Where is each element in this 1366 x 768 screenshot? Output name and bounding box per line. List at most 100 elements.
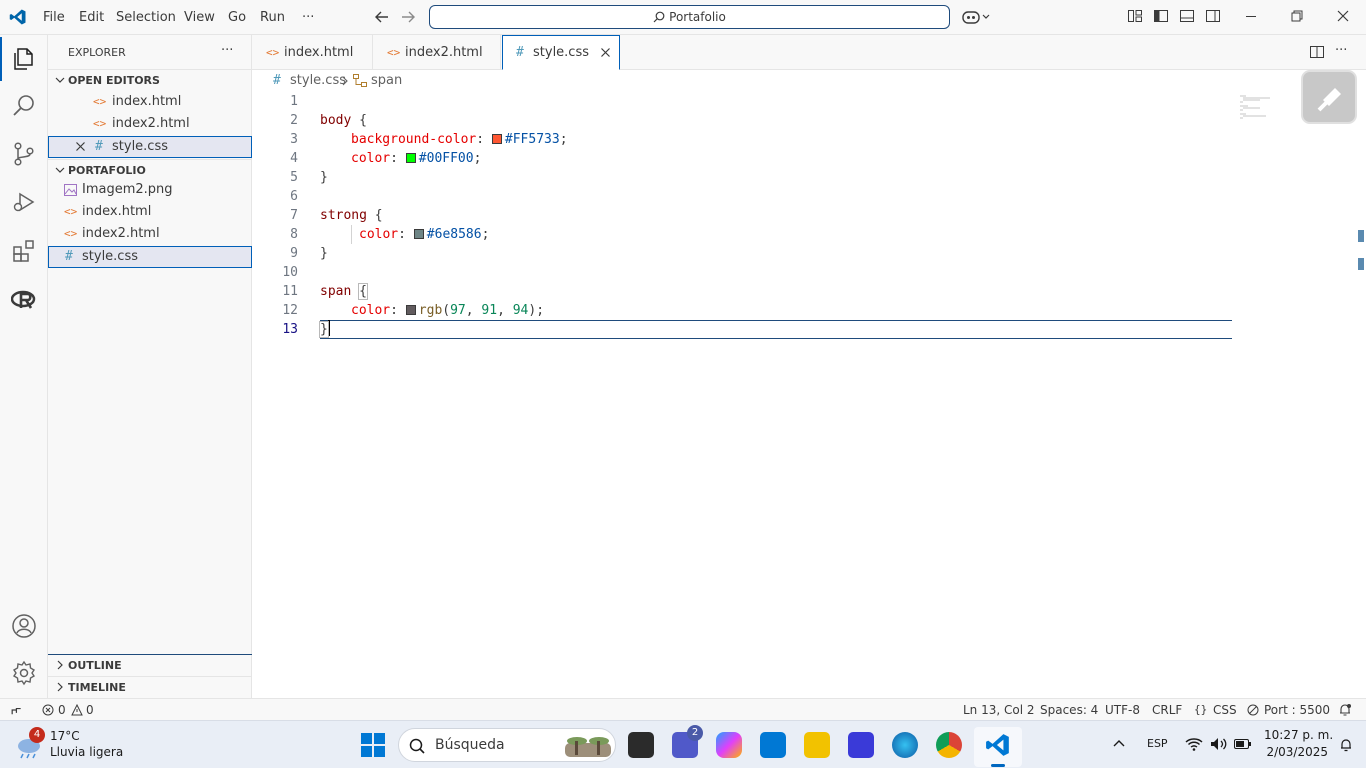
account-icon[interactable] (11, 613, 37, 639)
minimap[interactable] (1240, 94, 1280, 120)
open-editor-item[interactable]: <> index.html (48, 91, 252, 113)
css-value: #6e8586 (426, 227, 482, 242)
file-item[interactable]: Imagem2.png (48, 179, 252, 201)
store-icon[interactable] (760, 732, 786, 758)
color-swatch[interactable] (491, 134, 502, 144)
minimize-icon[interactable] (1243, 8, 1261, 26)
menu-file[interactable]: File (43, 0, 65, 35)
settings-gear-icon[interactable] (11, 660, 37, 686)
encoding[interactable]: UTF-8 (1105, 699, 1140, 721)
line-ending[interactable]: CRLF (1152, 699, 1182, 721)
r-language-icon[interactable] (11, 287, 37, 313)
breadcrumb-file[interactable]: style.css (290, 70, 346, 92)
close-window-icon[interactable] (1335, 8, 1353, 26)
warning-count: 0 (86, 703, 94, 717)
folder-header[interactable]: PORTAFOLIO (48, 159, 252, 181)
file-explorer-icon[interactable] (804, 732, 830, 758)
braces-icon: {} (1194, 703, 1208, 716)
vertical-scrollbar[interactable] (1356, 92, 1366, 698)
edge-icon[interactable] (892, 732, 918, 758)
language-mode[interactable]: CSS (1213, 699, 1237, 721)
text-cursor (327, 320, 330, 336)
task-view-icon[interactable] (628, 732, 654, 758)
color-swatch[interactable] (405, 153, 416, 163)
volume-icon[interactable] (1210, 737, 1228, 751)
menu-selection[interactable]: Selection (116, 0, 176, 35)
open-editors-header[interactable]: OPEN EDITORS (48, 69, 252, 91)
cursor-position[interactable]: Ln 13, Col 2 (963, 699, 1035, 721)
menu-edit[interactable]: Edit (79, 0, 104, 35)
open-editor-item[interactable]: <> index2.html (48, 113, 252, 135)
source-control-icon[interactable] (11, 141, 37, 167)
line-number: 4 (290, 151, 298, 166)
chrome-icon[interactable] (936, 732, 962, 758)
show-hidden-icons-chevron[interactable] (1112, 737, 1126, 749)
indentation[interactable]: Spaces: 4 (1040, 699, 1098, 721)
remote-indicator-icon[interactable] (8, 703, 22, 717)
open-editor-label: index2.html (112, 116, 190, 131)
search-icon[interactable] (11, 93, 37, 119)
command-center-label: Portafolio (669, 10, 726, 24)
sidebar-more-button[interactable]: ··· (221, 43, 233, 58)
toggle-primary-sidebar-icon[interactable] (1153, 8, 1171, 26)
scrollbar-marker (1358, 230, 1364, 242)
explorer-icon[interactable] (11, 46, 37, 72)
activity-bar (0, 35, 48, 698)
input-language[interactable]: ESP (1147, 737, 1168, 750)
editor-more-actions[interactable]: ··· (1335, 43, 1347, 58)
open-editors-title: OPEN EDITORS (68, 74, 160, 87)
windows-start-icon[interactable] (361, 733, 385, 757)
active-app-indicator (991, 764, 1005, 767)
run-debug-icon[interactable] (11, 189, 37, 215)
css-selector: strong (320, 208, 367, 223)
menu-run[interactable]: Run (260, 0, 285, 35)
clock-date[interactable]: 2/03/2025 (1264, 745, 1328, 759)
live-server-port[interactable]: Port : 5500 (1264, 699, 1330, 721)
back-arrow-icon[interactable] (374, 10, 390, 24)
battery-icon[interactable] (1234, 738, 1252, 750)
tab-index-html[interactable]: <> index.html (252, 35, 373, 70)
tab-index2-html[interactable]: <> index2.html (373, 35, 501, 70)
tool-icon (1315, 84, 1345, 114)
taskbar-search[interactable]: Búsqueda (398, 728, 616, 762)
teams-icon[interactable]: 2 (672, 725, 703, 758)
copilot-icon[interactable] (962, 9, 990, 25)
breadcrumb-symbol[interactable]: span (371, 70, 402, 92)
restore-icon[interactable] (1289, 8, 1307, 26)
floating-widget[interactable] (1301, 70, 1357, 124)
menu-more[interactable]: ··· (302, 0, 314, 35)
file-item-active[interactable]: # style.css (48, 246, 252, 268)
outline-header[interactable]: OUTLINE (48, 654, 252, 676)
toggle-secondary-sidebar-icon[interactable] (1205, 8, 1223, 26)
color-swatch[interactable] (413, 229, 424, 239)
close-icon[interactable] (75, 141, 86, 152)
app-icon[interactable] (848, 732, 874, 758)
forward-arrow-icon[interactable] (400, 10, 416, 24)
code-editor[interactable]: 1 2 3 4 5 6 7 8 9 10 11 12 13 body { bac… (252, 70, 1366, 698)
file-item[interactable]: <> index2.html (48, 223, 252, 245)
css-property: color (351, 151, 391, 166)
toggle-panel-icon[interactable] (1179, 8, 1197, 26)
command-center-search[interactable]: Portafolio (429, 5, 950, 29)
symbol-structure-icon (353, 74, 367, 87)
matching-brace: { (358, 283, 368, 300)
menu-go[interactable]: Go (228, 0, 246, 35)
close-tab-icon[interactable] (600, 47, 611, 58)
vscode-task-button[interactable] (974, 727, 1022, 767)
timeline-header[interactable]: TIMELINE (48, 676, 252, 698)
copilot-app-icon[interactable] (716, 732, 742, 758)
html-file-icon: <> (93, 117, 107, 130)
menu-view[interactable]: View (184, 0, 215, 35)
notifications-bell-icon[interactable] (1338, 703, 1352, 717)
wifi-icon[interactable] (1185, 737, 1203, 751)
open-editor-item-active[interactable]: # style.css (48, 136, 252, 158)
split-editor-icon[interactable] (1309, 44, 1325, 60)
windows-taskbar: 4 17°C Lluvia ligera Búsqueda 2 ESP 10:2… (0, 720, 1366, 768)
file-item[interactable]: <> index.html (48, 201, 252, 223)
notification-center-icon[interactable] (1338, 737, 1354, 753)
extensions-icon[interactable] (11, 238, 37, 264)
customize-layout-icon[interactable] (1127, 8, 1145, 26)
color-swatch[interactable] (405, 305, 416, 315)
tab-style-css[interactable]: # style.css (502, 35, 620, 70)
clock-time[interactable]: 10:27 p. m. (1264, 728, 1333, 742)
